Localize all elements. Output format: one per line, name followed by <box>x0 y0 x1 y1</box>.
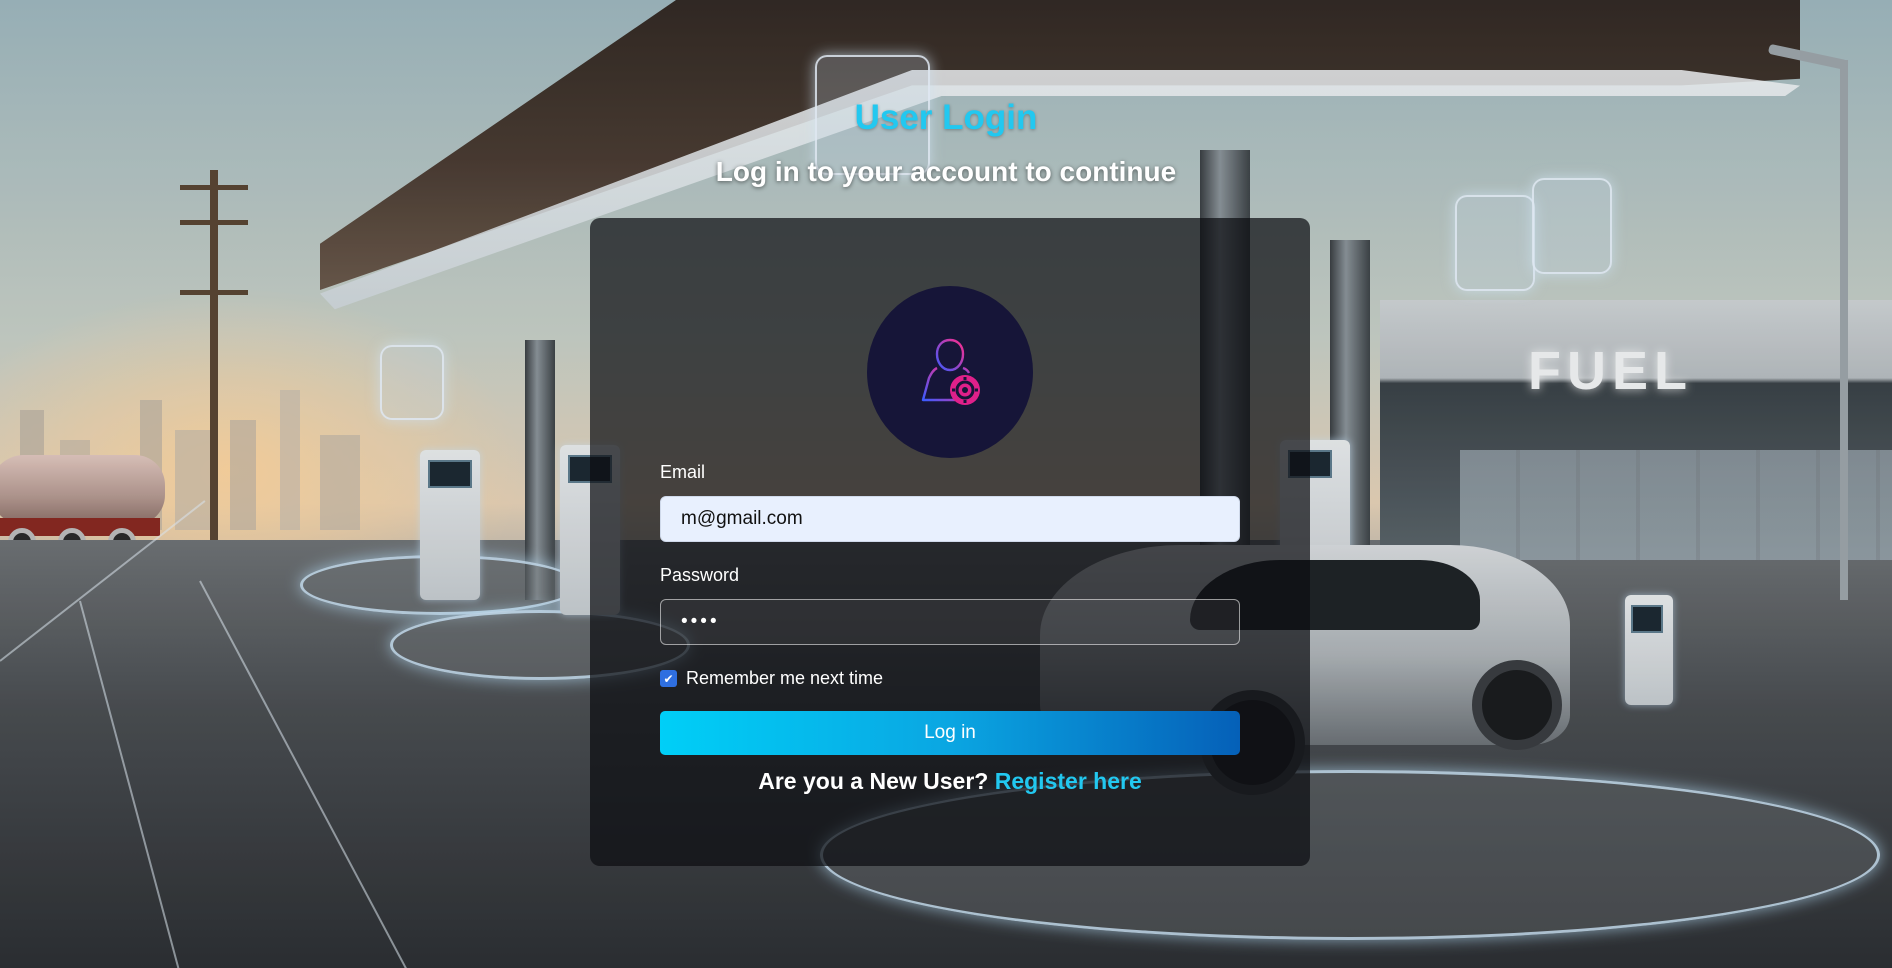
remember-me-checkbox[interactable]: ✔ <box>660 670 677 687</box>
page-title: User Login <box>854 98 1038 137</box>
remember-me[interactable]: ✔ Remember me next time <box>660 668 883 689</box>
register-prompt-line: Are you a New User? Register here <box>590 768 1310 795</box>
password-field[interactable] <box>660 599 1240 645</box>
login-card: Email Password ✔ Remember me next time L… <box>590 218 1310 866</box>
avatar <box>867 286 1033 458</box>
user-gear-icon <box>921 338 980 405</box>
login-button[interactable]: Log in <box>660 711 1240 755</box>
page-subtitle: Log in to your account to continue <box>715 156 1177 187</box>
password-label: Password <box>660 565 740 585</box>
register-prompt: Are you a New User? <box>758 768 989 794</box>
email-field[interactable] <box>660 496 1240 542</box>
register-link[interactable]: Register here <box>995 768 1142 794</box>
email-label: Email <box>660 462 706 482</box>
remember-me-label: Remember me next time <box>686 668 884 688</box>
